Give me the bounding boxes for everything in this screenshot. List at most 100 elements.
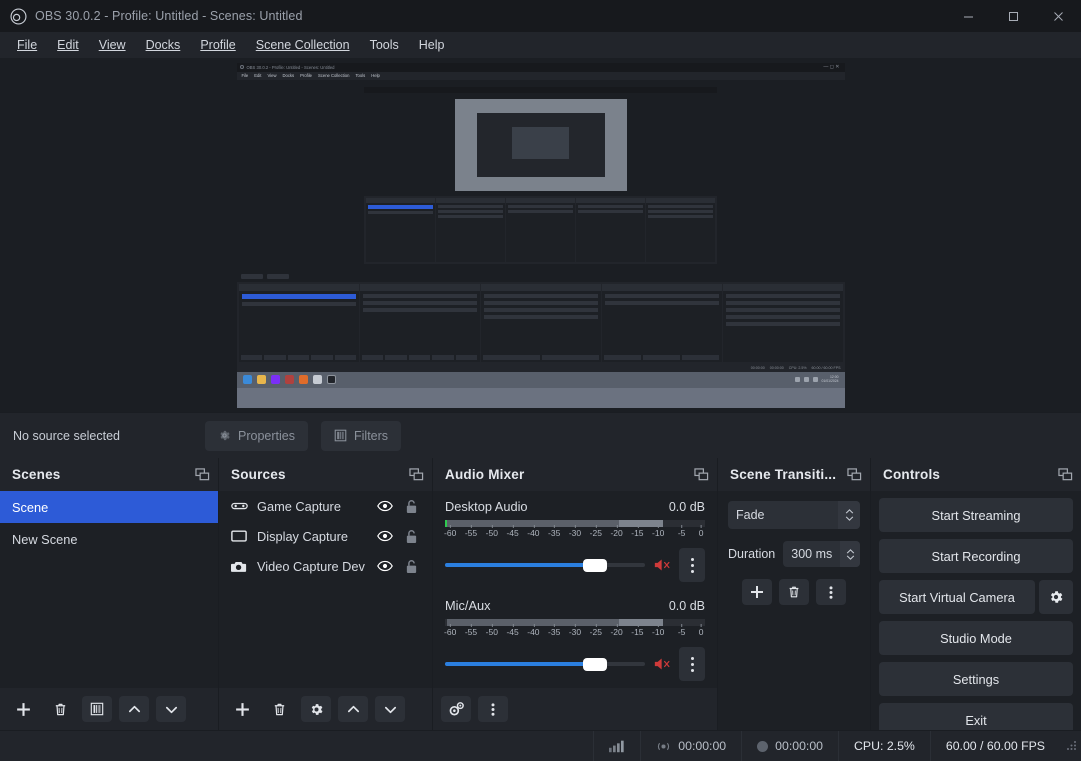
source-item-label: Game Capture xyxy=(257,498,341,514)
source-lock-toggle[interactable] xyxy=(398,559,424,574)
obs-main-window: OBS 30.0.2 - Profile: Untitled - Scenes:… xyxy=(0,0,1081,761)
audio-channel-menu-button[interactable] xyxy=(679,647,705,681)
transition-select-arrows[interactable] xyxy=(838,501,860,529)
menu-docks-label: Docks xyxy=(145,38,181,52)
status-cpu-value: CPU: 2.5% xyxy=(854,739,915,753)
preview-canvas[interactable]: OBS 30.0.2 - Profile: Untitled - Scenes:… xyxy=(236,62,845,408)
nested-menu-view: View xyxy=(267,73,277,78)
meter-tick: -15 xyxy=(631,525,644,538)
menu-edit[interactable]: Edit xyxy=(48,34,88,56)
source-item-game-capture[interactable]: Game Capture xyxy=(219,491,432,521)
meter-tick: -30 xyxy=(568,525,582,538)
volume-slider-handle[interactable] xyxy=(583,658,607,671)
volume-slider[interactable] xyxy=(445,656,645,672)
source-item-video-capture-device[interactable]: Video Capture Dev xyxy=(219,551,432,581)
title-bar: OBS 30.0.2 - Profile: Untitled - Scenes:… xyxy=(0,0,1081,32)
audio-channel-mic-aux: Mic/Aux 0.0 dB -60 -55 -50 -45 -40 -35 -… xyxy=(433,584,717,683)
move-scene-up-button[interactable] xyxy=(119,696,149,722)
filters-button[interactable]: Filters xyxy=(321,420,402,451)
sources-dock-header: Sources xyxy=(219,458,432,491)
audio-mixer-menu-button[interactable] xyxy=(478,696,508,722)
audio-channel-menu-button[interactable] xyxy=(679,548,705,582)
meter-tick: -60 xyxy=(444,525,457,538)
studio-mode-button[interactable]: Studio Mode xyxy=(879,621,1073,655)
add-scene-button[interactable] xyxy=(8,696,38,722)
exit-button[interactable]: Exit xyxy=(879,703,1073,730)
menu-help[interactable]: Help xyxy=(410,34,454,56)
scene-item-new-scene[interactable]: New Scene xyxy=(0,523,218,555)
move-source-down-button[interactable] xyxy=(375,696,405,722)
menu-file[interactable]: File xyxy=(8,34,46,56)
transition-menu-button[interactable] xyxy=(816,579,846,605)
menu-bar: File Edit View Docks Profile Scene Colle… xyxy=(0,32,1081,58)
meter-tick: -10 xyxy=(652,525,665,538)
close-button[interactable] xyxy=(1036,0,1081,32)
source-lock-toggle[interactable] xyxy=(398,529,424,544)
maximize-button[interactable] xyxy=(991,0,1036,32)
volume-slider[interactable] xyxy=(445,557,645,573)
menu-view[interactable]: View xyxy=(90,34,135,56)
controls-undock-icon[interactable] xyxy=(1058,467,1073,482)
source-visibility-toggle[interactable] xyxy=(372,530,398,542)
controls-dock-header: Controls xyxy=(871,458,1081,491)
resize-grip-icon[interactable] xyxy=(1066,740,1078,752)
scene-item-scene[interactable]: Scene xyxy=(0,491,218,523)
audio-mixer-undock-icon[interactable] xyxy=(694,467,709,482)
start-recording-label: Start Recording xyxy=(931,548,1021,564)
remove-source-button[interactable] xyxy=(264,696,294,722)
taskbar-explorer-icon xyxy=(256,375,266,384)
menu-docks[interactable]: Docks xyxy=(137,34,190,56)
source-lock-toggle[interactable] xyxy=(398,499,424,514)
sources-list[interactable]: Game Capture Display Capture Video Captu… xyxy=(219,491,432,688)
scenes-undock-icon[interactable] xyxy=(195,467,210,482)
transition-select[interactable]: Fade xyxy=(728,501,860,529)
minimize-button[interactable] xyxy=(946,0,991,32)
window-controls xyxy=(946,0,1081,32)
add-transition-button[interactable] xyxy=(742,579,772,605)
meter-tick: -10 xyxy=(652,624,665,637)
menu-profile[interactable]: Profile xyxy=(191,34,244,56)
scene-transitions-undock-icon[interactable] xyxy=(847,467,862,482)
remove-transition-button[interactable] xyxy=(779,579,809,605)
volume-slider-handle[interactable] xyxy=(583,559,607,572)
nested2-dock xyxy=(646,198,715,262)
move-source-up-button[interactable] xyxy=(338,696,368,722)
nested-source-toolbar xyxy=(236,271,845,282)
chevron-down-icon xyxy=(845,516,853,521)
chevron-down-icon xyxy=(165,706,177,713)
preview-area[interactable]: OBS 30.0.2 - Profile: Untitled - Scenes:… xyxy=(0,58,1081,412)
duration-spinbox-arrows[interactable] xyxy=(840,541,860,567)
properties-button[interactable]: Properties xyxy=(205,420,308,451)
start-virtual-camera-button[interactable]: Start Virtual Camera xyxy=(879,580,1035,614)
add-source-button[interactable] xyxy=(227,696,257,722)
nested-menu-docks: Docks xyxy=(282,73,295,78)
menu-tools[interactable]: Tools xyxy=(361,34,408,56)
advanced-audio-properties-button[interactable] xyxy=(441,696,471,722)
vertical-dots-icon xyxy=(690,656,694,660)
mute-button[interactable] xyxy=(653,558,671,572)
sources-toolbar xyxy=(219,688,432,730)
source-visibility-toggle[interactable] xyxy=(372,560,398,572)
scene-filters-button[interactable] xyxy=(82,696,112,722)
duration-spinbox[interactable]: 300 ms xyxy=(783,541,860,567)
source-properties-button[interactable] xyxy=(301,696,331,722)
meter-tick: -55 xyxy=(464,525,478,538)
virtual-camera-config-button[interactable] xyxy=(1039,580,1073,614)
source-visibility-toggle[interactable] xyxy=(372,500,398,512)
settings-button[interactable]: Settings xyxy=(879,662,1073,696)
scenes-list[interactable]: Scene New Scene xyxy=(0,491,218,688)
start-streaming-button[interactable]: Start Streaming xyxy=(879,498,1073,532)
nested-preview-canvas xyxy=(364,87,717,264)
remove-scene-button[interactable] xyxy=(45,696,75,722)
mute-button[interactable] xyxy=(653,657,671,671)
move-scene-down-button[interactable] xyxy=(156,696,186,722)
sources-undock-icon[interactable] xyxy=(409,467,424,482)
taskbar-app-icon xyxy=(270,375,280,384)
nested-status-cpu: CPU: 2.5% xyxy=(788,365,807,370)
chevron-up-icon xyxy=(845,509,853,514)
source-item-display-capture[interactable]: Display Capture xyxy=(219,521,432,551)
nested-menu-scene-collection: Scene Collection xyxy=(318,73,350,78)
controls-dock-title: Controls xyxy=(883,467,941,482)
menu-scene-collection[interactable]: Scene Collection xyxy=(247,34,359,56)
start-recording-button[interactable]: Start Recording xyxy=(879,539,1073,573)
